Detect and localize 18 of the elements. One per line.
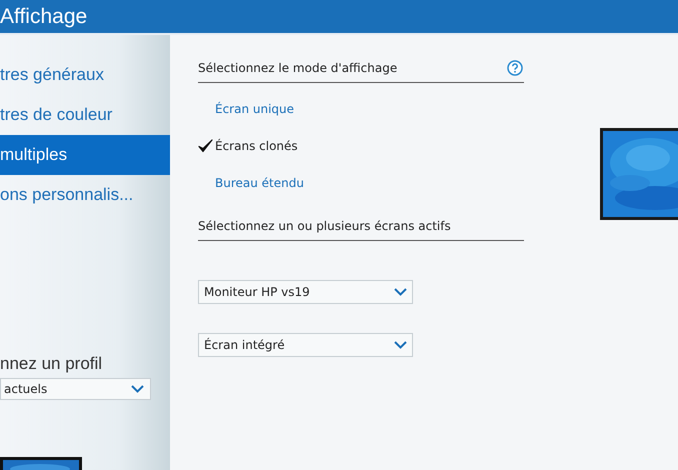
screen-dropdown[interactable]: Moniteur HP vs19	[198, 280, 413, 304]
help-icon[interactable]	[507, 60, 523, 76]
sidebar-item[interactable]: multiples	[0, 135, 170, 175]
profile-label: nnez un profil	[0, 354, 104, 374]
screen-dropdown[interactable]: Écran intégré	[198, 333, 413, 357]
section-heading: Sélectionnez le mode d'affichage	[198, 61, 524, 83]
display-mode-option[interactable]: Bureau étendu	[215, 176, 304, 190]
profile-dropdown[interactable]: actuels	[0, 378, 151, 400]
chevron-down-icon	[394, 341, 407, 349]
display-mode-option[interactable]: Écran unique	[215, 102, 294, 116]
display-mode-option[interactable]: Écrans clonés	[215, 138, 298, 152]
chevron-down-icon	[394, 288, 407, 296]
sidebar-item[interactable]: tres généraux	[0, 55, 170, 95]
chevron-down-icon	[131, 385, 144, 393]
sidebar-item[interactable]: ons personnalis...	[0, 175, 170, 215]
sidebar-item[interactable]: tres de couleur	[0, 95, 170, 135]
section-heading: Sélectionnez un ou plusieurs écrans actifs	[198, 219, 524, 241]
window-title: Affichage	[0, 4, 88, 28]
